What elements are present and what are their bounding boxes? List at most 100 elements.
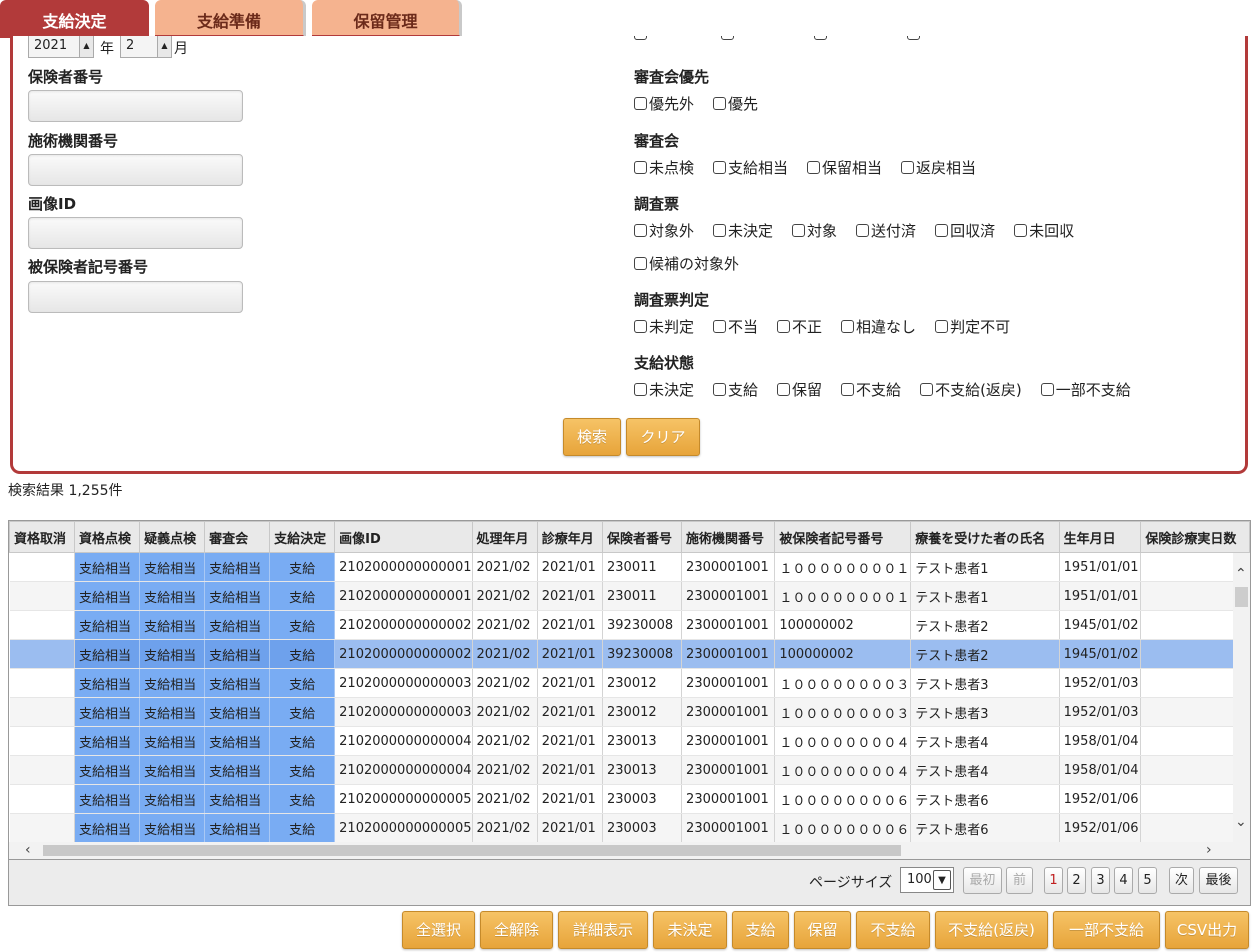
page-1-button[interactable]: 1 bbox=[1044, 867, 1063, 894]
tab-shikyu-junbi[interactable]: 支給準備 bbox=[155, 0, 306, 38]
month-spinner[interactable]: 2 ▲ bbox=[120, 36, 172, 58]
page-5-button[interactable]: 5 bbox=[1138, 867, 1157, 894]
column-header[interactable]: 生年月日 bbox=[1058, 521, 1142, 553]
detail-view-button[interactable]: 詳細表示 bbox=[558, 911, 648, 949]
checkbox[interactable] bbox=[777, 383, 791, 396]
scroll-left-icon[interactable]: ‹ bbox=[25, 843, 31, 857]
partial-no-pay-button[interactable]: 一部不支給 bbox=[1053, 911, 1160, 949]
filter-checkbox-option[interactable]: 保留 bbox=[777, 379, 822, 400]
no-pay-return-button[interactable]: 不支給(返戻) bbox=[935, 911, 1048, 949]
column-header[interactable]: 資格点検 bbox=[74, 521, 141, 553]
image-id-input[interactable] bbox=[28, 217, 243, 249]
tab-horyu-kanri[interactable]: 保留管理 bbox=[312, 0, 462, 38]
scroll-down-icon[interactable]: ⌄ bbox=[1235, 815, 1247, 829]
filter-checkbox-option[interactable]: 判定不可 bbox=[935, 316, 1010, 337]
checkbox[interactable] bbox=[634, 97, 647, 110]
undecided-button[interactable]: 未決定 bbox=[653, 911, 727, 949]
checkbox[interactable] bbox=[841, 383, 855, 396]
checkbox[interactable] bbox=[634, 257, 647, 270]
checkbox[interactable] bbox=[721, 36, 734, 40]
first-page-button[interactable]: 最初 bbox=[963, 867, 1002, 894]
scroll-thumb[interactable] bbox=[43, 845, 901, 856]
column-header[interactable]: 診療年月 bbox=[536, 521, 604, 553]
filter-checkbox-option[interactable]: 回収済 bbox=[935, 220, 995, 241]
checkbox[interactable] bbox=[935, 320, 949, 333]
column-header[interactable]: 支給決定 bbox=[269, 521, 336, 553]
page-2-button[interactable]: 2 bbox=[1067, 867, 1086, 894]
filter-checkbox-option[interactable]: 未判定 bbox=[634, 316, 694, 337]
pay-button[interactable]: 支給 bbox=[732, 911, 789, 949]
checkbox[interactable] bbox=[777, 320, 791, 333]
last-page-button[interactable]: 最後 bbox=[1199, 867, 1238, 894]
prev-page-button[interactable]: 前 bbox=[1006, 867, 1033, 894]
checkbox[interactable] bbox=[920, 383, 934, 396]
scroll-right-icon[interactable]: › bbox=[1206, 843, 1212, 857]
insurer-number-input[interactable] bbox=[28, 90, 243, 122]
column-header[interactable]: 処理年月 bbox=[471, 521, 538, 553]
column-header[interactable]: 資格取消 bbox=[9, 521, 76, 553]
filter-checkbox-option[interactable]: 一部不支給 bbox=[1040, 379, 1131, 400]
page-4-button[interactable]: 4 bbox=[1114, 867, 1133, 894]
table-row[interactable]: 支給相当 支給相当 支給相当 支給 2102000000000005 2021/02 202… bbox=[9, 813, 1250, 843]
table-row[interactable]: 支給相当 支給相当 支給相当 支給 2102000000000003 2021/02 202… bbox=[9, 668, 1250, 698]
checkbox[interactable] bbox=[807, 161, 821, 174]
column-header[interactable]: 被保険者記号番号 bbox=[774, 521, 912, 553]
checkbox[interactable] bbox=[713, 320, 727, 333]
filter-checkbox-option[interactable]: 候補の対象外 bbox=[634, 253, 739, 274]
checkbox[interactable] bbox=[713, 224, 727, 237]
filter-checkbox-option[interactable]: 支給相当 bbox=[713, 157, 788, 178]
spinner-arrows-icon[interactable]: ▲ bbox=[79, 36, 93, 57]
facility-number-input[interactable] bbox=[28, 154, 243, 186]
column-header[interactable]: 画像ID bbox=[334, 521, 473, 553]
filter-checkbox-option[interactable]: 未点検 bbox=[634, 157, 694, 178]
year-spinner[interactable]: 2021 ▲ bbox=[28, 36, 94, 58]
column-header[interactable]: 保険者番号 bbox=[601, 521, 683, 553]
table-row[interactable]: 支給相当 支給相当 支給相当 支給 2102000000000002 2021/02 202… bbox=[9, 610, 1250, 640]
scroll-thumb[interactable] bbox=[1235, 587, 1248, 607]
table-row[interactable]: 支給相当 支給相当 支給相当 支給 2102000000000005 2021/02 202… bbox=[9, 784, 1250, 814]
table-row[interactable]: 支給相当 支給相当 支給相当 支給 2102000000000004 2021/02 202… bbox=[9, 726, 1250, 756]
checkbox[interactable] bbox=[856, 224, 870, 237]
column-header[interactable]: 疑義点検 bbox=[139, 521, 206, 553]
filter-checkbox-option[interactable]: 不支給 bbox=[841, 379, 901, 400]
filter-checkbox-option[interactable]: 相違なし bbox=[841, 316, 916, 337]
filter-checkbox-option[interactable]: 不支給(返戻) bbox=[920, 379, 1022, 400]
filter-checkbox-option[interactable]: 優先 bbox=[713, 93, 758, 114]
filter-checkbox-option[interactable]: 未決定 bbox=[713, 220, 773, 241]
next-page-button[interactable]: 次 bbox=[1169, 867, 1194, 894]
filter-checkbox-option[interactable]: 未回収 bbox=[1014, 220, 1074, 241]
checkbox[interactable] bbox=[713, 97, 727, 110]
deselect-all-button[interactable]: 全解除 bbox=[480, 911, 553, 949]
table-row[interactable]: 支給相当 支給相当 支給相当 支給 2102000000000002 2021/02 202… bbox=[9, 639, 1250, 669]
checkbox[interactable] bbox=[1040, 383, 1054, 396]
column-header[interactable]: 保険診療実日数 bbox=[1140, 521, 1250, 553]
checkbox[interactable] bbox=[814, 36, 827, 40]
filter-checkbox-option[interactable]: 未決定 bbox=[634, 379, 694, 400]
table-row[interactable]: 支給相当 支給相当 支給相当 支給 2102000000000001 2021/02 202… bbox=[9, 581, 1250, 611]
table-row[interactable]: 支給相当 支給相当 支給相当 支給 2102000000000001 2021/02 202… bbox=[9, 552, 1250, 582]
column-header[interactable]: 療養を受けた者の氏名 bbox=[910, 521, 1060, 553]
page-3-button[interactable]: 3 bbox=[1091, 867, 1110, 894]
checkbox[interactable] bbox=[634, 36, 647, 40]
scroll-up-icon[interactable]: ⌃ bbox=[1235, 567, 1247, 581]
checkbox[interactable] bbox=[634, 161, 647, 174]
checkbox[interactable] bbox=[634, 320, 647, 333]
checkbox[interactable] bbox=[901, 161, 915, 174]
clear-button[interactable]: クリア bbox=[626, 418, 700, 456]
select-all-button[interactable]: 全選択 bbox=[402, 911, 475, 949]
search-button[interactable]: 検索 bbox=[563, 418, 621, 456]
filter-checkbox-option[interactable]: 対象外 bbox=[634, 220, 694, 241]
checkbox[interactable] bbox=[841, 320, 855, 333]
checkbox[interactable] bbox=[935, 224, 949, 237]
checkbox[interactable] bbox=[1014, 224, 1028, 237]
tab-shikyu-kettei[interactable]: 支給決定 bbox=[0, 0, 149, 38]
hold-button[interactable]: 保留 bbox=[794, 911, 851, 949]
horizontal-scrollbar[interactable]: ‹ › bbox=[9, 842, 1250, 859]
checkbox[interactable] bbox=[907, 36, 920, 40]
table-row[interactable]: 支給相当 支給相当 支給相当 支給 2102000000000003 2021/02 202… bbox=[9, 697, 1250, 727]
filter-checkbox-option[interactable]: 対象 bbox=[792, 220, 837, 241]
filter-checkbox-option[interactable]: 保留相当 bbox=[807, 157, 882, 178]
filter-checkbox-option[interactable]: 不正 bbox=[777, 316, 822, 337]
column-header[interactable]: 審査会 bbox=[204, 521, 271, 553]
page-size-select[interactable]: 100 ▼ bbox=[900, 867, 954, 893]
